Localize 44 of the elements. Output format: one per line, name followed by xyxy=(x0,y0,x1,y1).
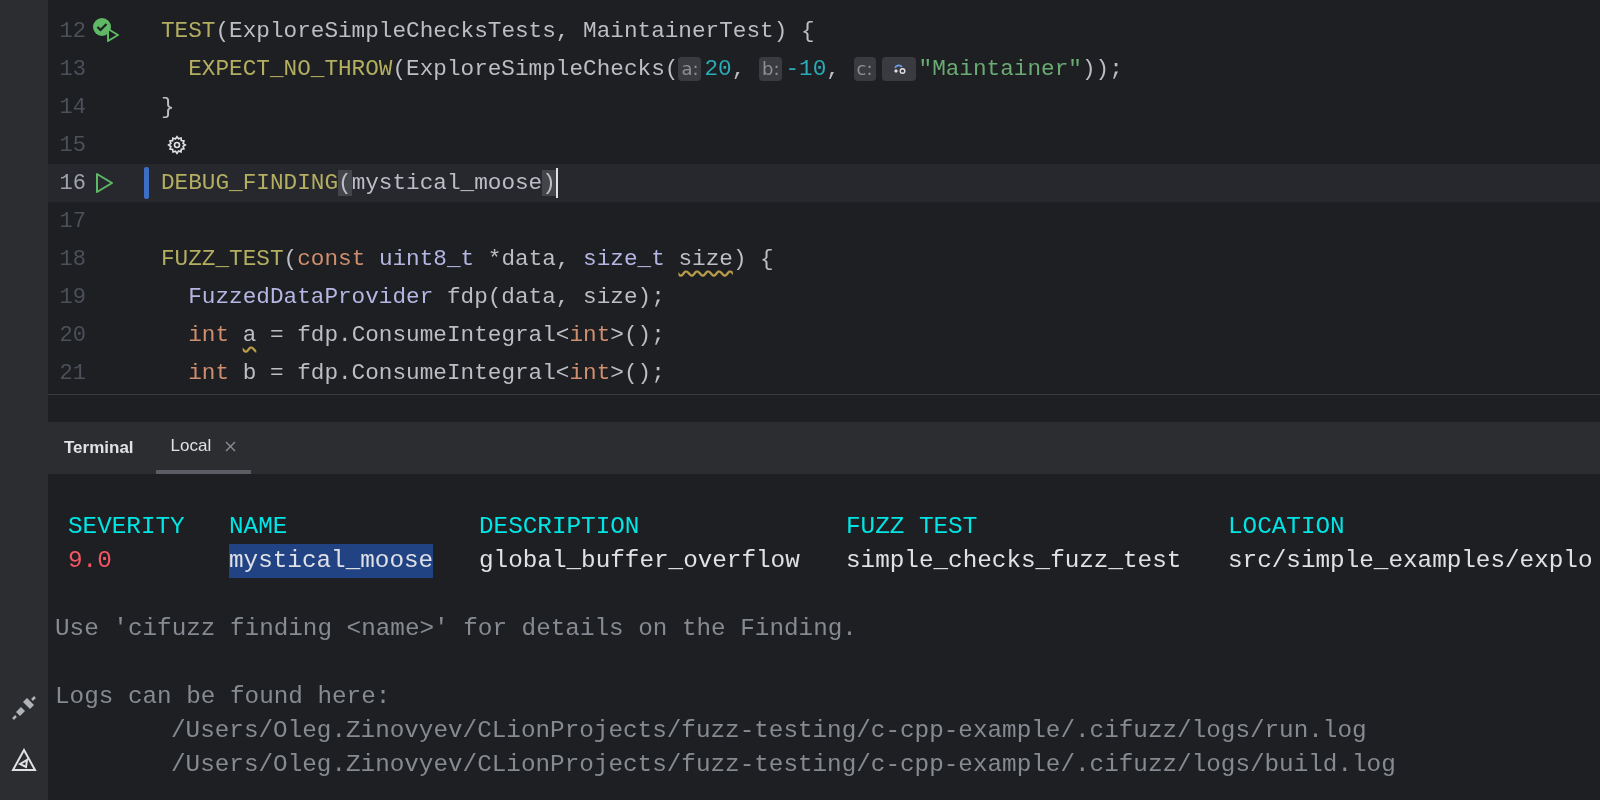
code-text: 20 xyxy=(704,54,732,84)
text-caret xyxy=(555,168,558,198)
code-text: "Maintainer" xyxy=(918,54,1082,84)
inlay-hint: c: xyxy=(853,57,876,81)
log-path: /Users/Oleg.Zinovyev/CLionProjects/fuzz-testing/c-cpp-example/.cifuzz/logs/run.log xyxy=(170,716,1368,746)
code-text: , xyxy=(731,54,747,84)
code-line: int b = fdp.ConsumeIntegral<int>(); xyxy=(187,358,665,388)
code-line: } xyxy=(161,92,175,122)
tab-label: Local xyxy=(170,435,212,458)
triangle-logo-icon[interactable] xyxy=(11,748,37,772)
inlay-hint-icon xyxy=(881,57,916,81)
code-line: FuzzedDataProvider fdp(data, size); xyxy=(187,282,665,312)
code-text: EXPECT_NO_THROW xyxy=(187,54,393,84)
column-header: NAME xyxy=(229,512,288,542)
terminal-tab[interactable]: Local xyxy=(155,422,252,474)
table-cell-text: global_buffer_overflow xyxy=(479,546,800,576)
code-text: )); xyxy=(1081,54,1123,84)
table-cell: mystical_moose xyxy=(229,544,434,578)
code-line: int a = fdp.ConsumeIntegral<int>(); xyxy=(187,320,665,350)
code-text: , xyxy=(826,54,841,84)
table-cell-text: 9.0 xyxy=(68,546,112,576)
code-line: FUZZ_TEST(const uint8_t *data, size_t size) { xyxy=(161,244,774,274)
column-header: FUZZ TEST xyxy=(846,512,978,542)
inlay-hint: b: xyxy=(758,57,783,81)
plug-icon[interactable] xyxy=(10,694,38,722)
column-header: DESCRIPTION xyxy=(479,512,640,542)
settings-icon[interactable] xyxy=(167,135,187,155)
close-icon[interactable] xyxy=(225,440,237,452)
terminal-title: Terminal xyxy=(64,437,134,460)
change-marker xyxy=(144,167,149,199)
code-text: -10 xyxy=(785,54,827,84)
code-line: TEST(ExploreSimpleChecksTests, MaintainerTest) { xyxy=(161,16,815,46)
table-cell-text: simple_checks_fuzz_test xyxy=(846,546,1182,576)
column-header: SEVERITY xyxy=(68,512,185,542)
terminal-output-line: Use 'cifuzz finding <name>' for details on the Finding. xyxy=(54,614,858,644)
log-path: /Users/Oleg.Zinovyev/CLionProjects/fuzz-testing/c-cpp-example/.cifuzz/logs/build.log xyxy=(170,750,1397,780)
table-cell-text: src/simple_examples/explo xyxy=(1228,546,1593,576)
code-line: DEBUG_FINDING(mystical_moose) xyxy=(161,168,556,198)
inlay-hint: a: xyxy=(678,57,702,81)
test-passed-run-icon[interactable] xyxy=(92,17,122,45)
terminal-output-line: Logs can be found here: xyxy=(54,682,392,712)
line-number: 16 xyxy=(58,169,86,198)
code-text: (ExploreSimpleChecks( xyxy=(392,54,679,84)
column-header: LOCATION xyxy=(1228,512,1345,542)
